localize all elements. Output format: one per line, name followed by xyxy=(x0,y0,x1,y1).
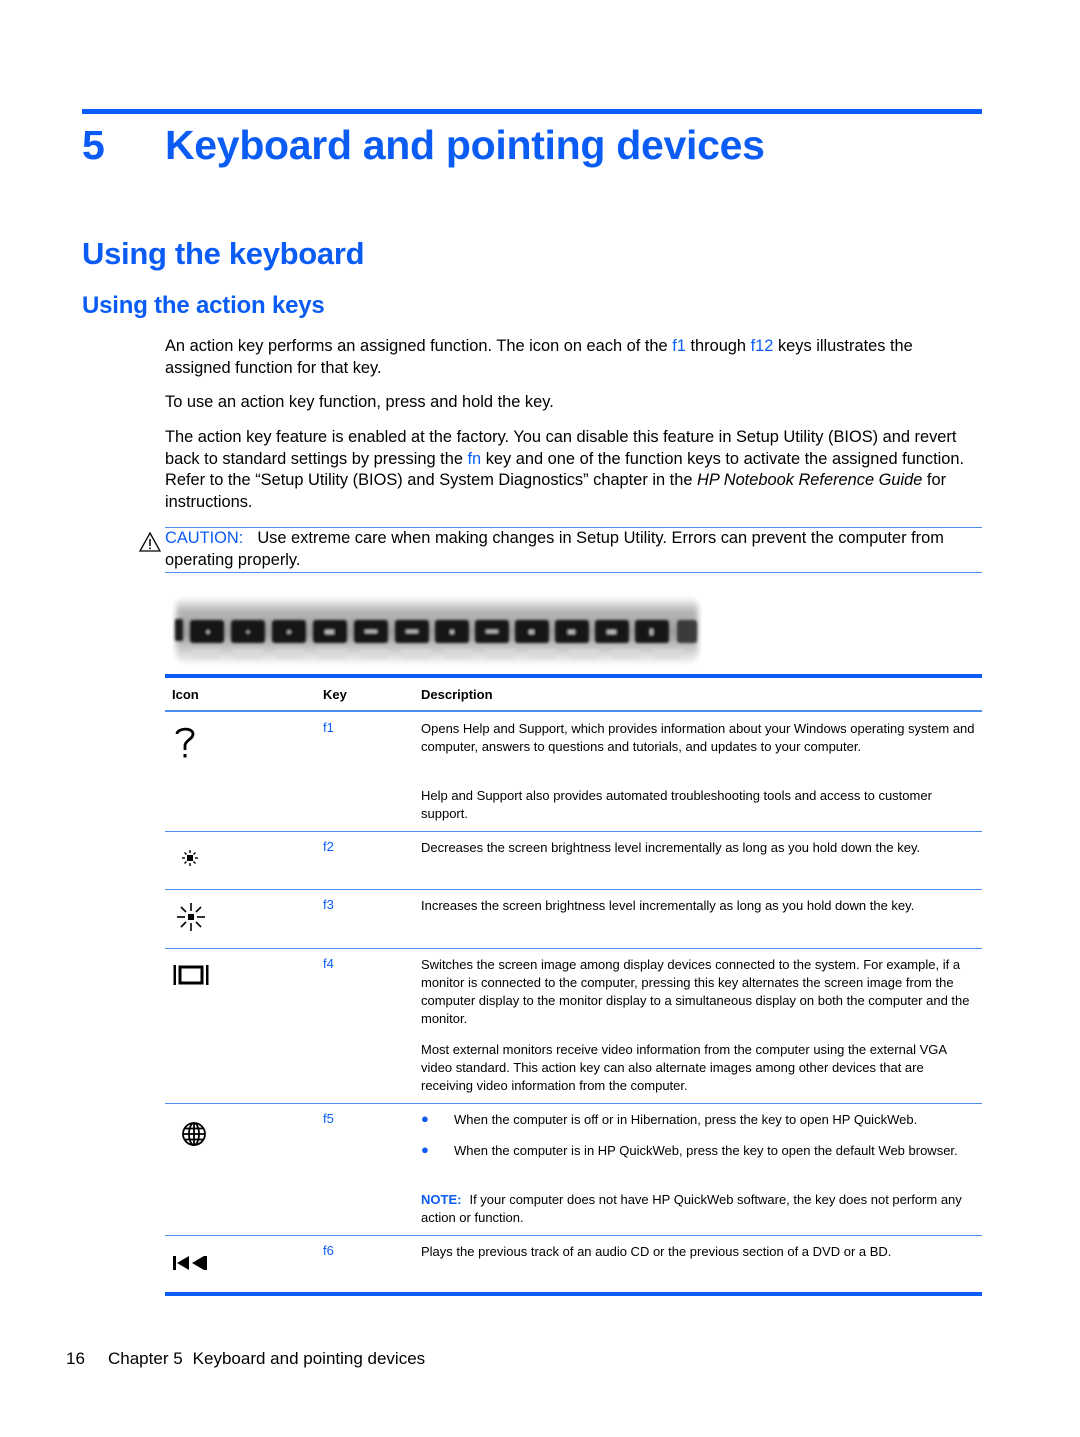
caution-note: CAUTION: Use extreme care when making cha… xyxy=(165,527,977,571)
function-key-row-image xyxy=(172,593,702,665)
row-divider xyxy=(165,1103,982,1104)
brightness-up-icon xyxy=(177,903,205,931)
help-question-icon xyxy=(175,727,195,758)
key-ref-f1: f1 xyxy=(672,337,686,355)
caution-bottom-rule xyxy=(165,572,982,573)
row-divider xyxy=(165,831,982,832)
key-cell: f4 xyxy=(323,956,334,971)
caution-text: Use extreme care when making changes in … xyxy=(165,529,944,569)
key-cell: f5 xyxy=(323,1111,334,1126)
description-cell: Increases the screen brightness level in… xyxy=(421,898,915,913)
key-cell: f2 xyxy=(323,839,334,854)
chapter-number: 5 xyxy=(82,122,105,168)
description-cell: Help and Support also provides automated… xyxy=(421,788,932,821)
key-cell: f6 xyxy=(323,1243,334,1258)
note: NOTE: If your computer does not have HP Q… xyxy=(421,1191,977,1227)
reference-guide-title: HP Notebook Reference Guide xyxy=(697,471,923,489)
description-cell: Most external monitors receive video inf… xyxy=(421,1042,947,1093)
page-footer: 16 Chapter 5 Keyboard and pointing devices xyxy=(66,1349,425,1369)
table-top-rule xyxy=(165,674,982,678)
table-header-description: Description xyxy=(421,687,493,702)
keyboard-photo xyxy=(175,597,698,663)
display-switch-icon xyxy=(173,965,209,985)
note-label: NOTE: xyxy=(421,1192,462,1207)
description-cell: Switches the screen image among display … xyxy=(421,957,970,1026)
footer-chapter-label: Chapter 5 xyxy=(108,1349,183,1368)
row-divider xyxy=(165,948,982,949)
paragraph-bios: The action key feature is enabled at the… xyxy=(165,428,965,511)
page-number: 16 xyxy=(66,1349,85,1368)
paragraph-usage: To use an action key function, press and… xyxy=(165,393,554,411)
table-bottom-rule xyxy=(165,1292,982,1296)
key-cell: f3 xyxy=(323,897,334,912)
bullet-icon: ● xyxy=(421,1111,429,1126)
brightness-down-icon xyxy=(182,850,198,866)
chapter-title: 5 Keyboard and pointing devices xyxy=(82,122,765,169)
bullet-item: When the computer is in HP QuickWeb, pre… xyxy=(454,1143,958,1158)
previous-track-icon xyxy=(173,1256,207,1270)
note-text: If your computer does not have HP QuickW… xyxy=(421,1192,962,1225)
description-cell: Opens Help and Support, which provides i… xyxy=(421,721,975,754)
table-header-icon: Icon xyxy=(172,687,199,702)
row-divider xyxy=(165,1235,982,1236)
key-cell: f1 xyxy=(323,720,334,735)
table-header-key: Key xyxy=(323,687,347,702)
paragraph-intro: An action key performs an assigned funct… xyxy=(165,337,913,377)
description-cell: Decreases the screen brightness level in… xyxy=(421,840,921,855)
section-title: Using the keyboard xyxy=(82,236,365,271)
bullet-icon: ● xyxy=(421,1142,429,1157)
globe-web-icon xyxy=(182,1122,206,1146)
chapter-top-rule xyxy=(82,109,982,114)
footer-chapter-title: Keyboard and pointing devices xyxy=(192,1349,426,1368)
warning-triangle-icon xyxy=(139,532,161,552)
bullet-item: When the computer is off or in Hibernati… xyxy=(454,1112,918,1127)
table-header-rule xyxy=(165,710,982,712)
caution-label: CAUTION: xyxy=(165,529,244,547)
row-divider xyxy=(165,889,982,890)
chapter-title-text: Keyboard and pointing devices xyxy=(165,122,765,168)
key-ref-f12: f12 xyxy=(750,337,774,355)
subsection-title: Using the action keys xyxy=(82,292,325,319)
description-cell: Plays the previous track of an audio CD … xyxy=(421,1244,892,1259)
key-ref-fn: fn xyxy=(467,449,482,468)
